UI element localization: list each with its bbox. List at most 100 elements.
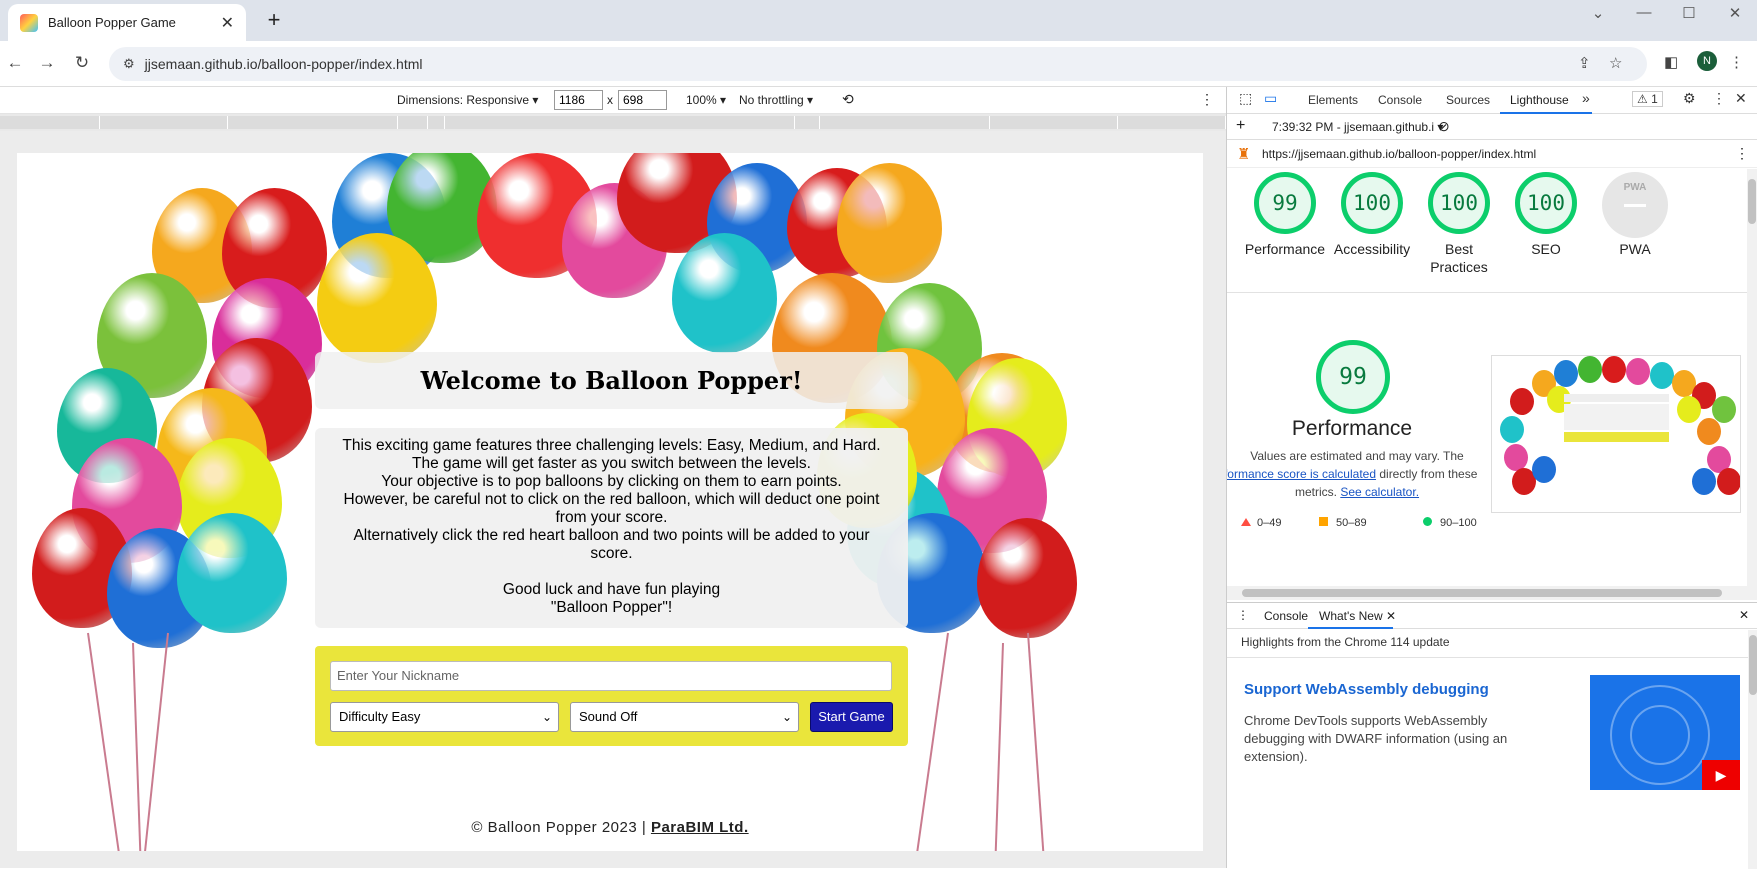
report-url[interactable]: https://jjsemaan.github.io/balloon-poppe… [1262, 147, 1536, 161]
drawer-tab-console[interactable]: Console [1264, 609, 1308, 623]
report-selector[interactable]: 7:39:32 PM - jjsemaan.github.i ▾ [1272, 120, 1443, 134]
tab-console[interactable]: Console [1378, 93, 1422, 107]
start-game-button[interactable]: Start Game [810, 702, 893, 732]
thumbnail-balloon [1532, 456, 1556, 483]
devtools-menu-icon[interactable]: ⋮ [1712, 90, 1726, 107]
best-practices-label: Best Practices [1430, 241, 1488, 275]
thumbnail-balloon [1578, 356, 1602, 383]
chevron-down-icon: ⌄ [541, 710, 552, 724]
more-tabs-icon[interactable]: » [1582, 90, 1590, 106]
address-bar[interactable]: ⚙ jjsemaan.github.io/balloon-popper/inde… [109, 47, 1647, 81]
new-report-icon[interactable]: + [1236, 117, 1245, 135]
perf-note-line: Values are estimated and may vary. The [1250, 449, 1464, 463]
close-tab-icon[interactable]: ✕ [1386, 609, 1396, 623]
news-title[interactable]: Support WebAssembly debugging [1244, 681, 1489, 698]
balloon-icon [317, 233, 437, 363]
performance-note: Values are estimated and may vary. The p… [1227, 447, 1487, 501]
thumbnail-balloon [1602, 356, 1626, 383]
dimensions-dropdown[interactable]: Dimensions: Responsive ▾ [397, 93, 538, 107]
perf-note-text: directly from these [1376, 467, 1478, 481]
settings-gear-icon[interactable]: ⚙ [1683, 90, 1696, 107]
site-info-icon[interactable]: ⚙ [123, 56, 135, 72]
share-icon[interactable]: ⇪ [1578, 54, 1591, 72]
nickname-input[interactable]: Enter Your Nickname [330, 661, 892, 691]
side-panel-icon[interactable]: ◧ [1664, 53, 1678, 71]
browser-tab[interactable]: Balloon Popper Game ✕ [8, 4, 246, 41]
close-drawer-icon[interactable]: ✕ [1739, 608, 1749, 622]
drawer-tab-whats-new[interactable]: What's New ✕ [1319, 609, 1396, 623]
perf-note-text: metrics. [1294, 485, 1341, 499]
menu-kebab-icon[interactable]: ⋮ [1729, 53, 1744, 71]
rotate-icon[interactable]: ⟲ [842, 91, 854, 108]
forward-arrow-icon[interactable]: → [36, 53, 58, 73]
info-line: Your objective is to pop balloons by cli… [381, 473, 842, 490]
tab-elements[interactable]: Elements [1308, 93, 1358, 107]
reload-icon[interactable]: ↻ [71, 53, 93, 73]
thumbnail-balloon [1712, 396, 1736, 423]
maximize-button[interactable]: ☐ [1669, 4, 1709, 22]
chevron-down-icon: ⌄ [781, 710, 792, 724]
legend-fail-label: 0–49 [1257, 517, 1282, 529]
footer-link[interactable]: ParaBIM Ltd. [651, 819, 749, 836]
width-input[interactable] [554, 90, 603, 110]
see-calculator-link[interactable]: See calculator. [1340, 485, 1419, 499]
seo-gauge[interactable]: 100 [1515, 172, 1577, 234]
back-arrow-icon[interactable]: ← [4, 53, 26, 73]
bookmark-star-icon[interactable]: ☆ [1609, 54, 1622, 72]
favicon-icon [20, 13, 38, 32]
pwa-badge[interactable]: PWA [1602, 172, 1668, 238]
perf-score-link[interactable]: performance score is calculated [1227, 467, 1376, 481]
balloon-icon [977, 518, 1077, 638]
game-page: Welcome to Balloon Popper! This exciting… [17, 153, 1203, 851]
warning-count: 1 [1651, 92, 1658, 106]
dimensions-label: Dimensions: Responsive [397, 93, 530, 107]
accessibility-gauge[interactable]: 100 [1341, 172, 1403, 234]
minimize-button[interactable]: — [1624, 4, 1664, 21]
media-query-ruler[interactable] [0, 114, 1226, 131]
close-devtools-icon[interactable]: ✕ [1735, 90, 1747, 107]
difficulty-select[interactable]: Difficulty Easy ⌄ [330, 702, 559, 732]
drawer-tabbar: ⋮ Console What's New ✕ ✕ [1227, 603, 1757, 629]
thumbnail-balloon [1697, 418, 1721, 445]
news-thumbnail[interactable]: ▶ [1590, 675, 1740, 790]
tab-sources[interactable]: Sources [1446, 93, 1490, 107]
balloon-icon [177, 513, 287, 633]
thumbnail-balloon [1717, 468, 1740, 495]
dimension-separator: x [607, 93, 613, 107]
info-line: "Balloon Popper"! [550, 599, 673, 616]
close-window-button[interactable]: ✕ [1715, 4, 1755, 22]
page-footer: © Balloon Popper 2023 | ParaBIM Ltd. [17, 819, 1203, 836]
close-tab-icon[interactable]: ✕ [221, 13, 234, 33]
new-tab-button[interactable]: + [262, 9, 286, 33]
best-practices-gauge[interactable]: 100 [1428, 172, 1490, 234]
height-input[interactable] [618, 90, 667, 110]
tab-search-icon[interactable]: ⌄ [1578, 4, 1618, 22]
emulation-more-icon[interactable]: ⋮ [1200, 91, 1214, 108]
tab-lighthouse[interactable]: Lighthouse [1510, 93, 1569, 107]
zoom-label: 100% [686, 93, 717, 107]
warnings-badge[interactable]: ⚠ 1 [1632, 91, 1663, 107]
drawer-menu-icon[interactable]: ⋮ [1237, 608, 1249, 622]
clear-reports-icon[interactable]: ⊘ [1438, 118, 1450, 135]
sound-select[interactable]: Sound Off ⌄ [570, 702, 799, 732]
zoom-dropdown[interactable]: 100% ▾ [686, 93, 726, 107]
profile-avatar[interactable]: N [1697, 51, 1717, 71]
report-scrollbar[interactable] [1747, 169, 1757, 586]
inspect-element-icon[interactable]: ⬚ [1239, 90, 1252, 107]
drawer-scrollbar[interactable] [1748, 630, 1757, 869]
video-play-icon[interactable]: ▶ [1702, 760, 1740, 790]
thumbnail-balloon [1626, 358, 1650, 385]
report-menu-icon[interactable]: ⋮ [1735, 145, 1749, 162]
performance-gauge[interactable]: 99 [1254, 172, 1316, 234]
thumbnail-balloon [1650, 362, 1674, 389]
accessibility-label: Accessibility [1333, 241, 1411, 257]
info-line: Good luck and have fun playing [502, 581, 721, 598]
horizontal-scrollbar[interactable] [1227, 586, 1757, 600]
final-screenshot-thumbnail[interactable] [1491, 355, 1741, 513]
pwa-label: PWA [1619, 241, 1651, 257]
throttling-dropdown[interactable]: No throttling ▾ [739, 93, 813, 107]
device-toolbar-icon[interactable]: ▭ [1264, 90, 1277, 107]
info-line: from your score. [555, 509, 668, 526]
whats-new-label: What's New [1319, 609, 1383, 623]
info-line: However, be careful not to click on the … [343, 491, 880, 508]
